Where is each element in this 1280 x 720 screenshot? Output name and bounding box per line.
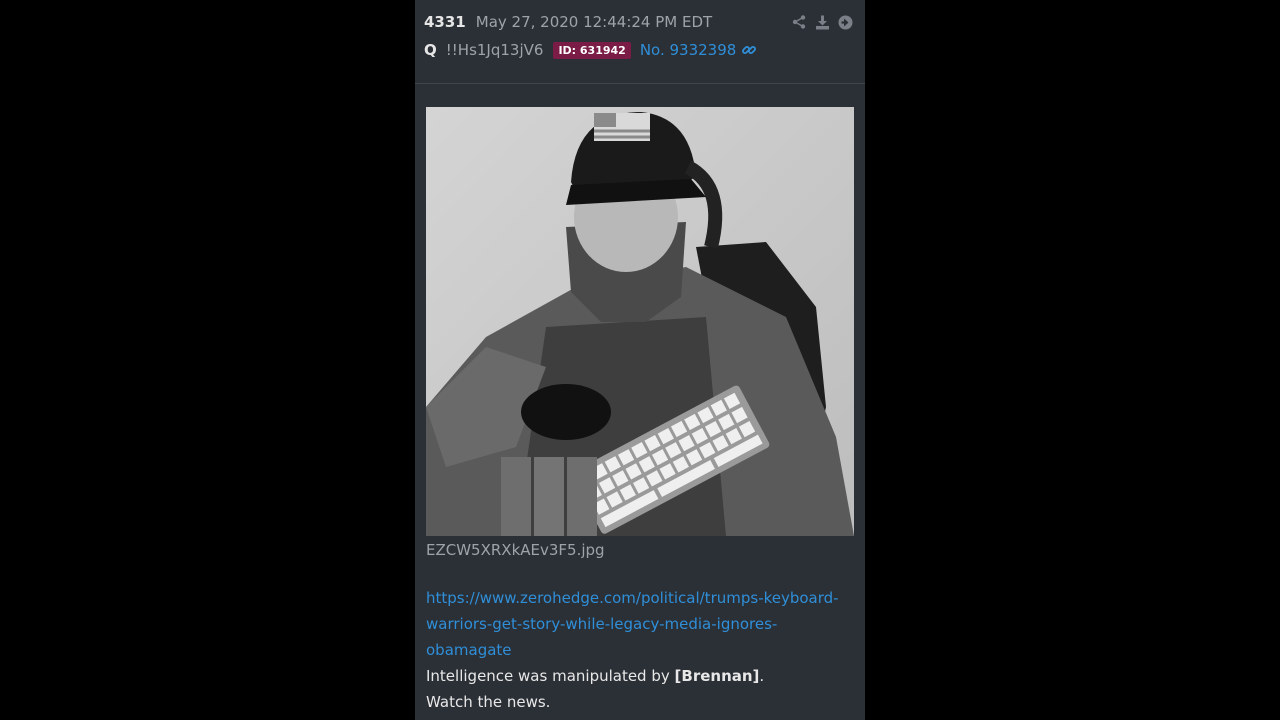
post-author: Q [424,41,437,59]
tripcode: !!Hs1Jq13jV6 [445,41,544,59]
id-badge[interactable]: ID: 631942 [553,41,631,59]
image-filename[interactable]: EZCW5XRXkAEv3F5.jpg [426,541,605,559]
text-after-bold: . [759,667,765,685]
post-image[interactable] [426,107,854,536]
arrow-right-circle-icon[interactable] [837,14,853,30]
post-meta-row: 4331 May 27, 2020 12:44:24 PM EDT [424,13,712,33]
article-link-line-2[interactable]: warriors-get-story-while-legacy-media-ig… [426,611,856,663]
post-signature: Q [426,715,856,720]
share-icon[interactable] [791,14,807,30]
bold-name: [Brennan] [674,667,760,685]
post-actions [791,14,853,30]
post-number: 4331 [424,13,466,31]
post-body: https://www.zerohedge.com/political/trum… [426,585,856,720]
article-link-line-1[interactable]: https://www.zerohedge.com/political/trum… [426,585,856,611]
post-timestamp: May 27, 2020 12:44:24 PM EDT [475,13,713,31]
post-text-watch: Watch the news. [426,693,551,711]
post-number-link[interactable]: No. 9332398 [640,41,736,59]
post-text-line: Intelligence was manipulated by [Brennan… [426,663,856,689]
post-panel: 4331 May 27, 2020 12:44:24 PM EDT Q !!Hs… [415,0,865,720]
text-before-bold: Intelligence was manipulated by [426,667,675,685]
post-author-row: Q !!Hs1Jq13jV6 ID: 631942 No. 9332398 [424,39,757,61]
post-header: 4331 May 27, 2020 12:44:24 PM EDT Q !!Hs… [415,0,865,84]
link-icon[interactable] [741,42,757,58]
download-icon[interactable] [814,14,830,30]
